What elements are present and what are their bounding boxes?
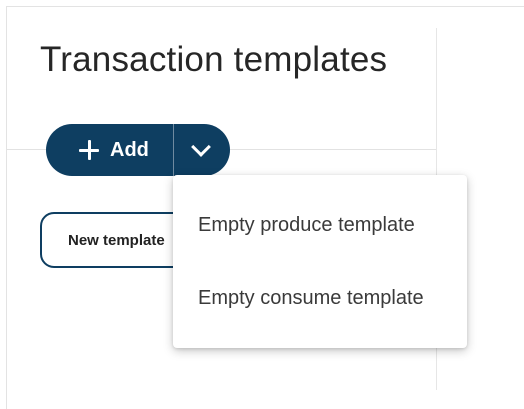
menu-item-label: Empty produce template: [198, 213, 415, 236]
menu-item-label: Empty consume template: [198, 286, 424, 309]
template-card-new-template[interactable]: New template: [40, 212, 190, 268]
plus-icon: [78, 139, 100, 161]
add-dropdown-toggle[interactable]: [174, 124, 230, 176]
menu-item-empty-consume-template[interactable]: Empty consume template: [173, 274, 467, 322]
add-split-button: Add: [46, 124, 230, 176]
add-button[interactable]: Add: [46, 124, 173, 176]
template-card-label: New template: [68, 231, 165, 249]
chevron-down-icon: [191, 137, 211, 157]
page-title: Transaction templates: [40, 40, 388, 79]
add-button-label: Add: [110, 138, 149, 161]
menu-item-empty-produce-template[interactable]: Empty produce template: [173, 201, 467, 249]
add-dropdown-menu: Empty produce template Empty consume tem…: [173, 175, 467, 348]
